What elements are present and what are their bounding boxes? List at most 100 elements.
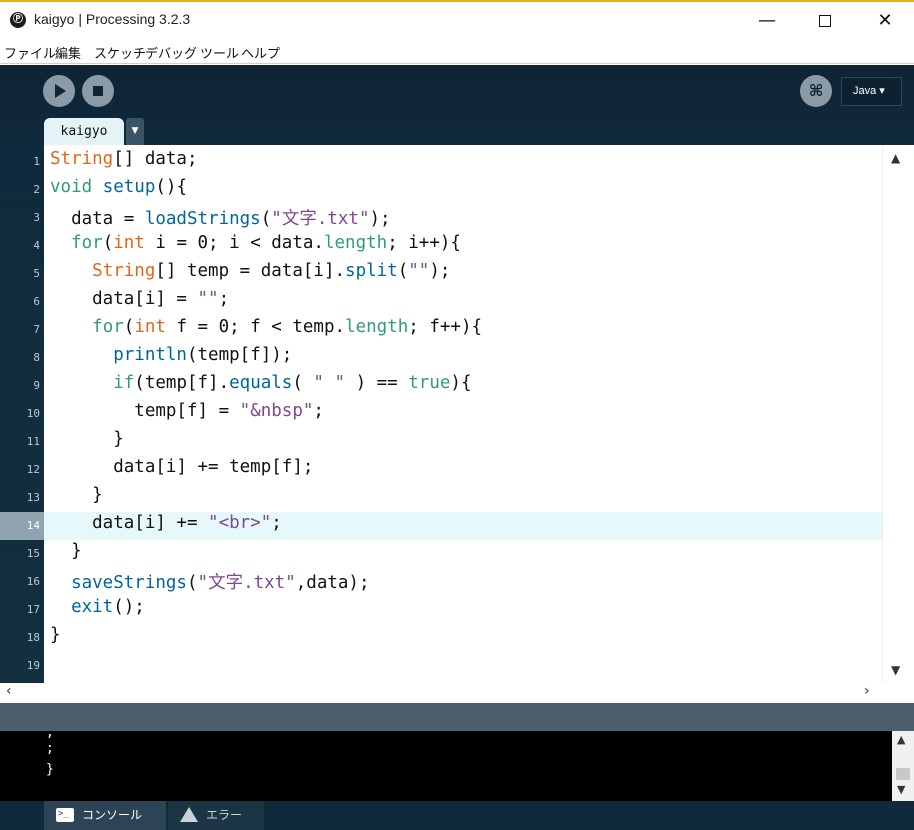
processing-app-icon: Ⓟ — [10, 12, 26, 28]
status-bar — [0, 703, 914, 731]
code-token: "文字.txt" — [271, 209, 370, 229]
tab-console[interactable]: コンソール — [44, 800, 166, 830]
code-token: String — [50, 149, 114, 169]
code-line: println(temp[f]); — [50, 345, 292, 365]
maximize-button[interactable] — [796, 4, 854, 38]
code-token: ) == — [345, 373, 409, 393]
code-token: ( — [186, 573, 198, 593]
code-token: for — [71, 233, 103, 253]
tab-console-label: コンソール — [82, 808, 143, 822]
code-token: for — [92, 317, 124, 337]
tab-menu-button[interactable]: ▼ — [126, 118, 144, 145]
code-line: data = loadStrings("文字.txt"); — [50, 205, 391, 230]
line-number: 16 — [26, 575, 40, 588]
code-token: length — [345, 317, 409, 337]
minimize-button[interactable]: — — [738, 4, 796, 38]
code-token: saveStrings — [71, 573, 187, 593]
code-token: String — [92, 261, 156, 281]
menu-debug[interactable]: デバッグ — [145, 43, 197, 62]
scroll-up-icon[interactable]: ▲ — [897, 733, 905, 746]
tab-kaigyo[interactable]: kaigyo — [44, 118, 124, 145]
code-token: "<br>" — [208, 513, 272, 533]
console-line: ; — [46, 731, 54, 740]
debugger-button[interactable]: ⌘ — [800, 75, 832, 107]
mode-selector[interactable]: Java ▾ — [841, 77, 902, 106]
close-button[interactable]: ✕ — [856, 4, 914, 38]
line-number: 9 — [33, 379, 40, 392]
menu-tools[interactable]: ツール — [200, 43, 239, 62]
code-token: [] data; — [113, 149, 198, 169]
code-token: ( — [292, 373, 314, 393]
code-line: for(int i = 0; i < data.length; i++){ — [50, 233, 461, 253]
line-number: 2 — [33, 183, 40, 196]
debugger-icon: ⌘ — [808, 81, 824, 100]
line-number: 1 — [33, 155, 40, 168]
code-token: (temp[f]); — [186, 345, 293, 365]
tab-errors[interactable]: エラー — [168, 801, 264, 830]
menu-sketch[interactable]: スケッチ — [94, 43, 146, 62]
window-title: kaigyo | Processing 3.2.3 — [34, 11, 191, 27]
scroll-left-icon[interactable]: ‹ — [6, 683, 12, 699]
code-token: length — [323, 233, 388, 253]
line-number: 7 — [33, 323, 40, 336]
code-token: [] temp = data[i]. — [155, 261, 346, 281]
code-token: split — [345, 261, 398, 281]
code-token: int — [113, 233, 145, 253]
stop-button[interactable] — [82, 75, 114, 107]
editor-vertical-scrollbar[interactable]: ▲ ▼ — [882, 145, 914, 683]
code-token: ; — [313, 401, 324, 421]
console-icon — [56, 800, 74, 829]
code-token: ( — [102, 233, 114, 253]
scroll-right-icon[interactable]: › — [864, 683, 870, 699]
maximize-icon — [819, 15, 831, 27]
line-number: 10 — [26, 407, 40, 420]
console-line: } — [46, 762, 54, 777]
console-line: ; — [46, 741, 54, 756]
code-line: void setup(){ — [50, 177, 187, 197]
code-editor[interactable]: String[] data; void setup(){ data = loadS… — [44, 145, 882, 683]
menu-edit[interactable]: 編集 — [55, 43, 81, 62]
code-token: setup — [102, 177, 156, 197]
editor-horizontal-scrollbar[interactable]: ‹ › — [0, 683, 914, 703]
code-token: ; — [271, 513, 282, 533]
line-number: 5 — [33, 267, 40, 280]
menu-help[interactable]: ヘルプ — [241, 43, 280, 62]
line-number: 14 — [26, 519, 40, 532]
scroll-thumb[interactable] — [896, 768, 910, 780]
code-token: ){ — [450, 373, 472, 393]
code-token: data[i] += temp[f]; — [50, 457, 314, 477]
line-number: 12 — [26, 463, 40, 476]
code-token: } — [50, 541, 82, 561]
run-button[interactable] — [43, 75, 75, 107]
scroll-down-icon[interactable]: ▼ — [891, 663, 900, 677]
code-token: ( — [123, 317, 135, 337]
menu-file[interactable]: ファイル — [4, 43, 56, 62]
line-number: 13 — [26, 491, 40, 504]
code-token: (){ — [155, 177, 187, 197]
console-scrollbar[interactable]: ▲ ▼ — [892, 731, 914, 801]
play-icon — [55, 84, 66, 98]
code-token: "文字.txt" — [197, 573, 296, 593]
code-token: equals — [229, 373, 293, 393]
code-line: exit(); — [50, 597, 145, 617]
code-line: data[i] += "<br>"; — [50, 513, 282, 533]
scroll-up-icon[interactable]: ▲ — [891, 151, 900, 165]
line-number: 4 — [33, 239, 40, 252]
code-token: } — [50, 485, 103, 505]
console-output: ; ; } — [0, 731, 892, 801]
code-line: String[] data; — [50, 149, 198, 169]
code-token: int — [134, 317, 166, 337]
code-line: String[] temp = data[i].split(""); — [50, 261, 450, 281]
code-token: ( — [260, 209, 272, 229]
code-line: for(int f = 0; f < temp.length; f++){ — [50, 317, 482, 337]
code-token: temp[f] = — [50, 401, 240, 421]
code-line: data[i] = ""; — [50, 289, 229, 309]
code-line: if(temp[f].equals( " " ) == true){ — [50, 373, 471, 393]
scroll-down-icon[interactable]: ▼ — [897, 783, 905, 796]
stop-icon — [93, 86, 103, 96]
